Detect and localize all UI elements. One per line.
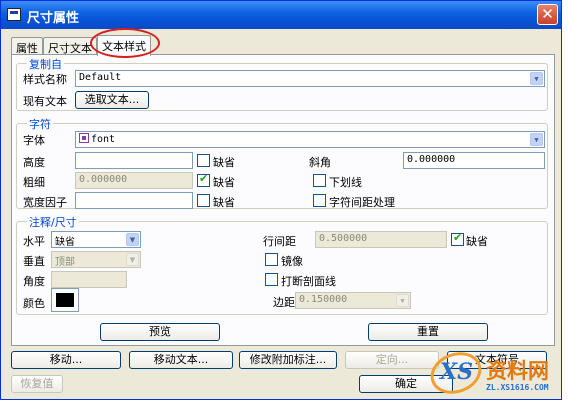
mirror-checkbox[interactable]: [265, 253, 278, 266]
existing-text-label: 现有文本: [23, 95, 67, 108]
kerning-checkbox[interactable]: [313, 194, 326, 207]
restore-button[interactable]: 恢复值: [11, 375, 63, 393]
margin-value: 0.150000: [299, 294, 348, 305]
tab-properties[interactable]: 属性: [11, 37, 43, 55]
horizontal-value: 缺省: [55, 237, 75, 248]
underline-checkbox[interactable]: [313, 174, 326, 187]
move-button[interactable]: 移动...: [11, 351, 121, 369]
preview-button[interactable]: 预览: [100, 323, 220, 341]
chevron-down-icon[interactable]: ▼: [530, 72, 543, 85]
ok-button[interactable]: 确定: [359, 375, 453, 393]
tab-dimension-text[interactable]: 尺寸文本: [43, 37, 97, 55]
thickness-input[interactable]: 0.000000: [75, 172, 193, 189]
font-type-icon: [79, 133, 89, 143]
text-style-panel: 复制自 样式名称 Default ▼ 现有文本 选取文本... 字符 字体 fo…: [11, 54, 555, 346]
chevron-down-icon[interactable]: ▼: [530, 133, 543, 146]
style-name-combo[interactable]: Default ▼: [75, 70, 545, 87]
height-default-checkbox[interactable]: [197, 154, 210, 167]
underline-label: 下划线: [329, 176, 362, 189]
margin-combo[interactable]: 0.150000 ▼: [295, 292, 411, 309]
width-default-label: 缺省: [213, 196, 235, 209]
thickness-default-checkbox[interactable]: [197, 172, 210, 187]
line-spacing-label: 行间距: [263, 235, 296, 248]
width-default-checkbox[interactable]: [197, 194, 210, 207]
height-label: 高度: [23, 156, 45, 169]
select-text-button[interactable]: 选取文本...: [75, 91, 149, 109]
annotation-highlight-circle: [90, 28, 160, 58]
color-picker-button[interactable]: [51, 288, 79, 312]
character-group: 字符 字体 font ▼ 高度 缺省 斜角 0.000000 粗细 0.0000…: [16, 116, 548, 209]
chevron-down-icon[interactable]: ▼: [126, 253, 139, 266]
copy-from-legend: 复制自: [27, 56, 64, 72]
line-spacing-default-checkbox[interactable]: [451, 231, 464, 246]
margin-label: 边距: [273, 296, 295, 309]
height-input[interactable]: [75, 152, 193, 169]
width-factor-input[interactable]: [75, 192, 193, 209]
style-name-label: 样式名称: [23, 73, 67, 86]
app-window-icon: [7, 8, 21, 21]
horizontal-combo[interactable]: 缺省 ▼: [51, 231, 141, 248]
thickness-label: 粗细: [23, 176, 45, 189]
slant-label: 斜角: [309, 156, 331, 169]
break-hatch-checkbox[interactable]: [265, 273, 278, 286]
chevron-down-icon[interactable]: ▼: [126, 233, 139, 246]
note-dimension-legend: 注释/尺寸: [27, 214, 79, 230]
vertical-combo[interactable]: 顶部 ▼: [51, 251, 141, 268]
kerning-label: 字符间距处理: [329, 196, 395, 209]
height-default-label: 缺省: [213, 156, 235, 169]
font-combo[interactable]: font ▼: [75, 131, 545, 148]
style-name-value: Default: [79, 72, 122, 83]
close-button[interactable]: ✕: [537, 4, 558, 25]
horizontal-label: 水平: [23, 235, 45, 248]
note-dimension-group: 注释/尺寸 水平 缺省 ▼ 行间距 0.500000 缺省 垂直 顶部 ▼ 镜像…: [16, 214, 548, 315]
modify-attached-note-button[interactable]: 修改附加标注...: [239, 351, 337, 369]
title-bar: 尺寸属性 ✕: [1, 1, 561, 29]
color-swatch: [56, 293, 74, 307]
reset-button[interactable]: 重置: [368, 323, 488, 341]
angle-input[interactable]: [51, 271, 127, 288]
font-label: 字体: [23, 134, 45, 147]
thickness-default-label: 缺省: [213, 176, 235, 189]
angle-label: 角度: [23, 275, 45, 288]
slant-input[interactable]: 0.000000: [403, 152, 545, 169]
line-spacing-default-label: 缺省: [466, 235, 488, 248]
window-title: 尺寸属性: [27, 11, 80, 26]
mirror-label: 镜像: [281, 255, 303, 268]
font-value: font: [91, 134, 116, 145]
color-label: 颜色: [23, 297, 45, 310]
width-factor-label: 宽度因子: [23, 196, 67, 209]
chevron-down-icon[interactable]: ▼: [396, 294, 409, 307]
move-text-button[interactable]: 移动文本...: [129, 351, 233, 369]
dimension-properties-dialog: 尺寸属性 ✕ 属性 尺寸文本 文本样式 复制自 样式名称 Default ▼ 现…: [0, 0, 562, 400]
character-legend: 字符: [27, 116, 53, 132]
text-symbol-button[interactable]: 文本符号: [447, 351, 547, 369]
orient-button[interactable]: 定向...: [345, 351, 439, 369]
break-hatch-label: 打断剖面线: [281, 275, 336, 288]
copy-from-group: 复制自 样式名称 Default ▼ 现有文本 选取文本...: [16, 56, 548, 111]
vertical-value: 顶部: [55, 257, 75, 268]
line-spacing-input[interactable]: 0.500000: [315, 231, 447, 248]
vertical-label: 垂直: [23, 255, 45, 268]
